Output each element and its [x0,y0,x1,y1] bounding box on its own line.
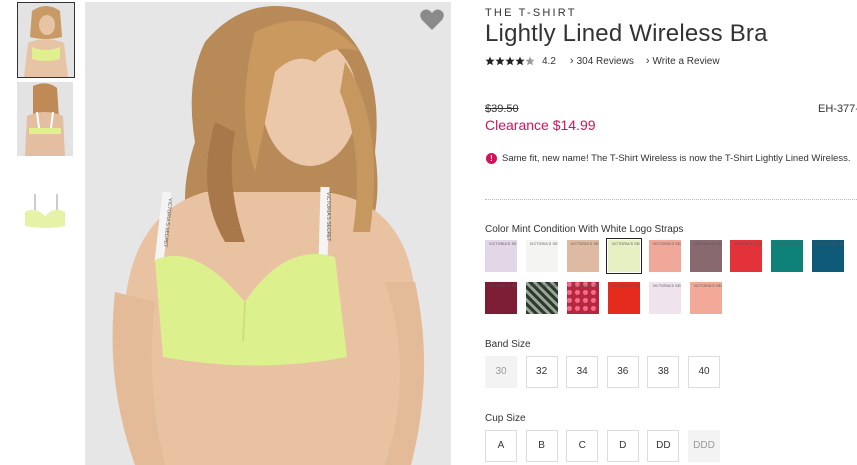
color-swatch-mauve[interactable]: VICTORIA'S SECRET [689,240,722,272]
band-size-options: 30 32 34 36 38 40 [485,356,857,388]
thumbnail-product[interactable] [17,182,75,232]
sale-price: Clearance $14.99 [485,117,596,133]
cup-size-option-dd[interactable]: DD [647,430,680,462]
divider [485,199,857,200]
favorite-heart-icon[interactable] [419,8,445,32]
color-swatch-heart-print[interactable]: VICTORIA'S SECRET [566,282,599,314]
cup-size-options: A B C D DD DDD [485,430,857,462]
swatch-logo-tag: VICTORIA'S SECRET [693,284,722,288]
rating-value: 4.2 [542,55,556,67]
thumbnail-product-image [17,182,73,232]
swatch-logo-tag: VICTORIA'S SECRET [693,242,722,246]
color-swatch-red[interactable]: VICTORIA'S SECRET [730,240,763,272]
swatch-logo-tag: VICTORIA'S SECRET [529,242,558,246]
color-swatch-bright-red[interactable]: VICTORIA'S SECRET [607,282,640,314]
band-size-label: Band Size [485,339,531,350]
swatch-logo-tag: VICTORIA'S SECRET [652,242,681,246]
product-title: Lightly Lined Wireless Bra [485,20,768,47]
band-size-option-36[interactable]: 36 [606,356,639,388]
swatch-logo-tag: VICTORIA'S SECRET [570,242,599,246]
star-icon [505,56,515,66]
swatch-logo-tag: VICTORIA'S SECRET [734,242,763,246]
swatch-logo-tag: VICTORIA'S SECRET [570,284,599,288]
band-size-option-32[interactable]: 32 [525,356,558,388]
collection-eyebrow: THE T-SHIRT [485,7,577,19]
cup-size-option-ddd[interactable]: DDD [688,430,720,462]
star-icon [495,56,505,66]
chevron-right-icon: › [569,55,574,67]
swatch-logo-tag: VICTORIA'S SECRET [652,284,681,288]
write-review-label: Write a Review [652,55,720,67]
color-swatch-navy-teal[interactable]: VICTORIA'S SECRET [812,240,845,272]
notice-text: Same fit, new name! The T-Shirt Wireless… [502,153,851,164]
star-icon [485,56,495,66]
swatch-logo-tag: VICTORIA'S SECRET [529,284,558,288]
color-swatch-nude[interactable]: VICTORIA'S SECRET [566,240,599,272]
color-swatch-salmon[interactable]: VICTORIA'S SECRET [689,282,722,314]
cup-size-option-c[interactable]: C [566,430,599,462]
color-swatch-mint[interactable]: VICTORIA'S SECRET [605,238,642,274]
cup-size-label: Cup Size [485,413,526,424]
band-size-option-38[interactable]: 38 [647,356,680,388]
cup-size-option-b[interactable]: B [525,430,558,462]
band-size-option-40[interactable]: 40 [688,356,720,388]
swatch-logo-tag: VICTORIA'S SECRET [611,284,640,288]
color-swatch-zebra[interactable]: VICTORIA'S SECRET [525,282,558,314]
color-label: Color Mint Condition With White Logo Str… [485,224,683,235]
main-product-image[interactable]: VICTORIA'S SECRET VICTORIA'S SECRET [85,2,451,465]
swatch-logo-tag: VICTORIA'S SECRET [489,284,517,288]
svg-text:VICTORIA'S SECRET: VICTORIA'S SECRET [325,192,331,241]
reviews-link-label: 304 Reviews [576,55,634,67]
product-notice: ! Same fit, new name! The T-Shirt Wirele… [485,151,857,167]
swatch-logo-tag: VICTORIA'S SECRET [611,242,640,246]
swatch-logo-tag: VICTORIA'S SECRET [816,242,844,246]
model-photo: VICTORIA'S SECRET VICTORIA'S SECRET [85,2,451,465]
cup-size-option-d[interactable]: D [606,430,639,462]
reviews-link[interactable]: › 304 Reviews [570,55,634,67]
thumbnail-back[interactable] [17,82,75,158]
chevron-right-icon: › [645,55,650,67]
cup-size-option-a[interactable]: A [485,430,517,462]
rating-row: 4.2 › 304 Reviews › Write a Review [485,55,732,67]
band-size-option-34[interactable]: 34 [566,356,599,388]
color-swatch-lilac[interactable]: VICTORIA'S SECRET [485,240,517,272]
selected-color-name: Mint Condition With White Logo Straps [511,224,684,235]
swatch-logo-tag: VICTORIA'S SECRET [775,242,804,246]
alert-icon: ! [486,153,497,164]
swatch-logo-tag: VICTORIA'S SECRET [489,242,517,246]
color-swatch-pale-pink[interactable]: VICTORIA'S SECRET [648,282,681,314]
color-swatch-teal[interactable]: VICTORIA'S SECRET [771,240,804,272]
original-price: $39.50 [485,103,519,115]
band-size-option-30[interactable]: 30 [485,356,517,388]
write-review-link[interactable]: › Write a Review [646,55,720,67]
star-icon [515,56,525,66]
color-label-prefix: Color [485,224,509,235]
star-icon [525,56,535,66]
product-sku: EH-377- [818,103,857,115]
thumbnail-front[interactable] [17,2,75,78]
color-swatch-coral[interactable]: VICTORIA'S SECRET [648,240,681,272]
color-swatch-white[interactable]: VICTORIA'S SECRET [525,240,558,272]
color-swatches: VICTORIA'S SECRET VICTORIA'S SECRET VICTOR… [485,238,857,316]
thumbnail-back-image [17,82,73,156]
color-swatch-burgundy[interactable]: VICTORIA'S SECRET [485,282,517,314]
star-rating [485,56,535,66]
thumbnail-front-image [18,3,74,77]
